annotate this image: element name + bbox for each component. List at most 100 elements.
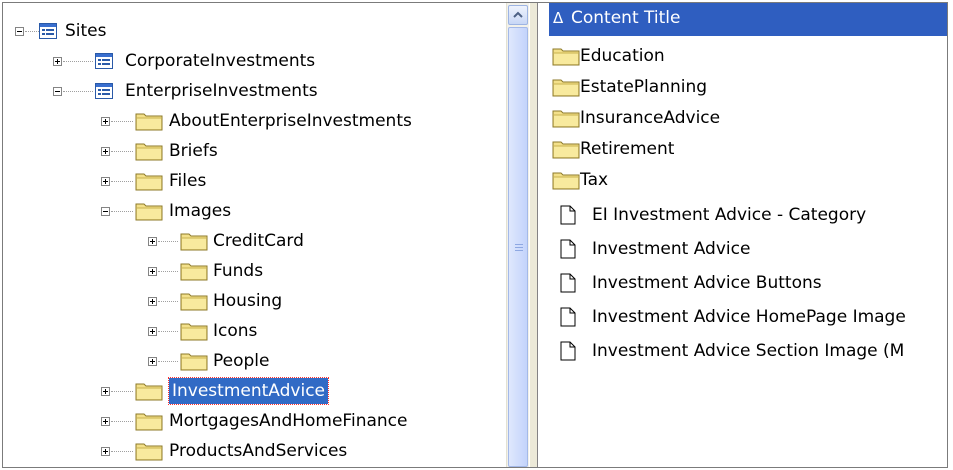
- expand-toggle-aboutenterpriseinvestments[interactable]: [101, 117, 110, 126]
- expand-toggle-files[interactable]: [101, 177, 110, 186]
- document-icon: [560, 273, 576, 293]
- site-root-icon: [39, 23, 57, 39]
- list-item-label: Education: [580, 46, 665, 66]
- expand-toggle-investmentadvice[interactable]: [101, 387, 110, 396]
- folder-icon: [180, 351, 208, 371]
- list-item-label: Tax: [580, 170, 609, 190]
- tree-item-corporateinvestments[interactable]: CorporateInvestments: [125, 47, 315, 75]
- tree-connector: [158, 271, 178, 272]
- list-item-investment-advice-homepage-image[interactable]: Investment Advice HomePage Image: [538, 303, 947, 331]
- folder-icon: [135, 441, 163, 461]
- folder-icon: [135, 411, 163, 431]
- list-item-label: EI Investment Advice - Category: [592, 205, 867, 225]
- tree-connector: [111, 451, 133, 452]
- tree-item-mortgagesandhomefinance[interactable]: MortgagesAndHomeFinance: [169, 407, 407, 435]
- expand-toggle-housing[interactable]: [148, 297, 157, 306]
- tree-connector: [111, 121, 133, 122]
- tree-item-aboutenterpriseinvestments[interactable]: AboutEnterpriseInvestments: [169, 107, 412, 135]
- pane-splitter[interactable]: [529, 3, 538, 467]
- document-icon: [560, 239, 576, 259]
- folder-icon: [135, 171, 163, 191]
- tree-item-funds[interactable]: Funds: [213, 257, 263, 285]
- tree-connector: [63, 91, 93, 92]
- tree-item-productsandservices[interactable]: ProductsAndServices: [169, 437, 347, 465]
- list-item-label: Investment Advice: [592, 239, 751, 259]
- tree-item-investmentadvice[interactable]: InvestmentAdvice: [168, 377, 329, 405]
- document-icon: [560, 341, 576, 361]
- tree-item-people[interactable]: People: [213, 347, 269, 375]
- list-item-label: InsuranceAdvice: [580, 108, 721, 128]
- tree-connector: [158, 301, 178, 302]
- folder-icon: [135, 381, 163, 401]
- expand-toggle-people[interactable]: [148, 357, 157, 366]
- tree-connector: [111, 211, 133, 212]
- list-item-tax[interactable]: Tax: [538, 166, 947, 194]
- expand-toggle-icons[interactable]: [148, 327, 157, 336]
- folder-icon: [135, 141, 163, 161]
- tree-connector: [63, 61, 93, 62]
- tree-item-images[interactable]: Images: [169, 197, 231, 225]
- vertical-scrollbar[interactable]: [506, 3, 529, 467]
- tree-connector: [111, 391, 133, 392]
- tree-connector: [158, 241, 178, 242]
- folder-icon: [180, 321, 208, 341]
- tree-connector: [158, 331, 178, 332]
- folder-icon: [552, 46, 580, 66]
- list-item-estateplanning[interactable]: EstatePlanning: [538, 73, 947, 101]
- list-item-investment-advice[interactable]: Investment Advice: [538, 235, 947, 263]
- collapse-toggle-sites[interactable]: [15, 27, 24, 36]
- tree-item-housing[interactable]: Housing: [213, 287, 282, 315]
- folder-icon: [552, 108, 580, 128]
- window-frame: Sites CorporateInvestments EnterpriseInve…: [2, 2, 948, 468]
- list-item-label: Investment Advice Buttons: [592, 273, 822, 293]
- expand-toggle-creditcard[interactable]: [148, 237, 157, 246]
- list-item-label: EstatePlanning: [580, 77, 708, 97]
- document-icon: [560, 205, 576, 225]
- expand-toggle-productsandservices[interactable]: [101, 447, 110, 456]
- scroll-thumb[interactable]: [508, 27, 528, 467]
- folder-icon: [135, 111, 163, 131]
- column-header-label: Content Title: [571, 8, 681, 28]
- folder-icon: [552, 170, 580, 190]
- tree-item-creditcard[interactable]: CreditCard: [213, 227, 304, 255]
- site-tree[interactable]: Sites CorporateInvestments EnterpriseInve…: [3, 3, 506, 467]
- folder-icon: [180, 261, 208, 281]
- tree-item-icons[interactable]: Icons: [213, 317, 257, 345]
- collapse-toggle-enterpriseinvestments[interactable]: [53, 87, 62, 96]
- folder-icon: [180, 291, 208, 311]
- grip-icon: [515, 244, 523, 252]
- collapse-toggle-images[interactable]: [101, 207, 110, 216]
- list-item-education[interactable]: Education: [538, 42, 947, 70]
- folder-icon: [135, 201, 163, 221]
- document-icon: [560, 307, 576, 327]
- sort-indicator-icon: Δ: [553, 9, 564, 27]
- expand-toggle-funds[interactable]: [148, 267, 157, 276]
- list-item-investment-advice-buttons[interactable]: Investment Advice Buttons: [538, 269, 947, 297]
- tree-connector: [111, 151, 133, 152]
- list-item-insuranceadvice[interactable]: InsuranceAdvice: [538, 104, 947, 132]
- content-list[interactable]: Δ Content Title Education EstatePlanning I…: [538, 3, 947, 467]
- expand-toggle-briefs[interactable]: [101, 147, 110, 156]
- tree-connector: [111, 181, 133, 182]
- site-icon: [95, 53, 113, 69]
- expand-toggle-corporateinvestments[interactable]: [53, 57, 62, 66]
- expand-toggle-mortgagesandhomefinance[interactable]: [101, 417, 110, 426]
- tree-item-files[interactable]: Files: [169, 167, 206, 195]
- tree-item-enterpriseinvestments[interactable]: EnterpriseInvestments: [125, 77, 318, 105]
- list-item-label: Investment Advice Section Image (M: [592, 341, 905, 361]
- folder-icon: [552, 139, 580, 159]
- folder-icon: [552, 77, 580, 97]
- tree-item-briefs[interactable]: Briefs: [169, 137, 218, 165]
- list-item-label: Investment Advice HomePage Image: [592, 307, 906, 327]
- site-icon: [95, 83, 113, 99]
- list-item-label: Retirement: [580, 139, 675, 159]
- list-item-investment-advice-section-image-m[interactable]: Investment Advice Section Image (M: [538, 337, 947, 365]
- folder-icon: [180, 231, 208, 251]
- tree-connector: [111, 421, 133, 422]
- tree-root-label[interactable]: Sites: [65, 17, 107, 45]
- list-item-retirement[interactable]: Retirement: [538, 135, 947, 163]
- chevron-up-icon: [513, 11, 523, 18]
- column-header-content-title[interactable]: Δ Content Title: [549, 3, 947, 36]
- list-item-ei-investment-advice-category[interactable]: EI Investment Advice - Category: [538, 201, 947, 229]
- scroll-up-button[interactable]: [508, 5, 528, 25]
